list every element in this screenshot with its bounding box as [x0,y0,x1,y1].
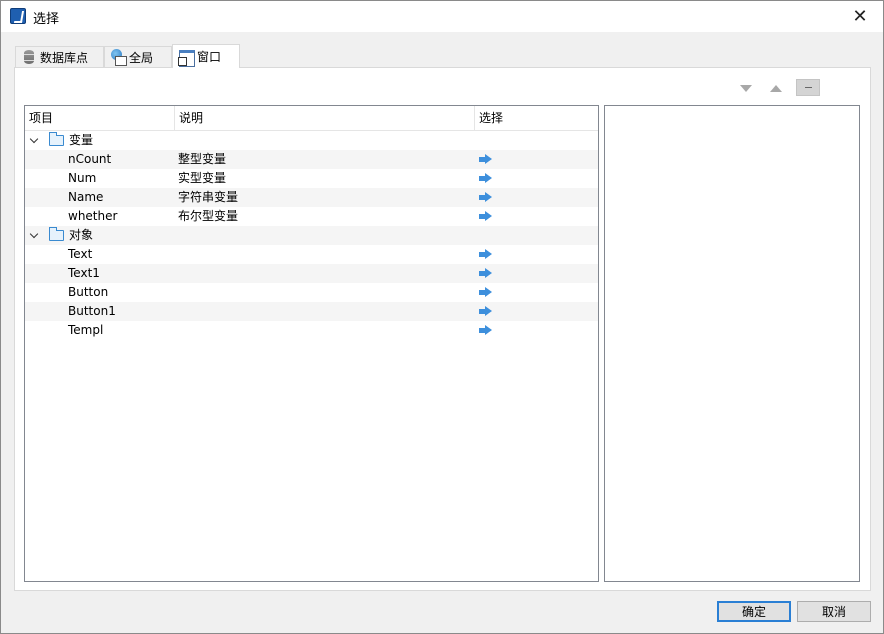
select-arrow-icon[interactable] [479,173,493,184]
globe-icon [110,49,127,66]
tab-label: 全局 [129,50,154,65]
tree-row[interactable]: Name 字符串变量 [25,188,598,207]
window-icon [178,49,195,67]
tree-group-variables[interactable]: 变量 [25,131,598,150]
select-arrow-icon[interactable] [479,325,493,336]
select-arrow-icon[interactable] [479,287,493,298]
select-arrow-icon[interactable] [479,268,493,279]
select-arrow-icon[interactable] [479,192,493,203]
tab-global[interactable]: 全局 [104,46,172,67]
chevron-down-icon[interactable] [29,134,39,144]
item-name: Text1 [68,266,100,280]
tab-database-points[interactable]: 数据库点 [15,46,104,67]
item-tree[interactable]: 项目 说明 选择 变量 nCount 整型变量 Num 实型变量 Name 字符… [24,105,599,582]
item-name: whether [68,209,118,223]
move-down-button[interactable] [735,80,757,96]
tab-window[interactable]: 窗口 [172,44,240,68]
title-bar: 选择 ✕ [1,1,883,32]
tree-row[interactable]: nCount 整型变量 [25,150,598,169]
remove-button[interactable] [796,79,820,96]
tree-row[interactable]: Button [25,283,598,302]
tree-row[interactable]: Text [25,245,598,264]
select-arrow-icon[interactable] [479,154,493,165]
item-name: Button [68,285,109,299]
item-description: 布尔型变量 [178,209,239,223]
folder-icon [49,132,64,146]
column-header-item[interactable]: 项目 [25,106,175,131]
tab-panel: 项目 说明 选择 变量 nCount 整型变量 Num 实型变量 Name 字符… [14,67,871,591]
select-arrow-icon[interactable] [479,211,493,222]
tree-row[interactable]: Num 实型变量 [25,169,598,188]
group-label: 对象 [69,228,94,242]
ok-button[interactable]: 确定 [717,601,791,622]
selected-items-list[interactable] [604,105,860,582]
item-description: 字符串变量 [178,190,239,204]
item-name: Name [68,190,104,204]
item-name: nCount [68,152,112,166]
item-name: Num [68,171,97,185]
app-icon [10,8,26,24]
tree-row[interactable]: Text1 [25,264,598,283]
folder-icon [49,227,64,241]
column-header-description[interactable]: 说明 [175,106,475,131]
group-label: 变量 [69,133,94,147]
item-name: Button1 [68,304,116,318]
select-arrow-icon[interactable] [479,306,493,317]
column-header-select[interactable]: 选择 [475,106,598,131]
tree-header: 项目 说明 选择 [25,106,598,131]
tree-row[interactable]: Templ [25,321,598,340]
tree-row[interactable]: whether 布尔型变量 [25,207,598,226]
close-button[interactable]: ✕ [837,1,883,32]
select-arrow-icon[interactable] [479,249,493,260]
move-up-button[interactable] [765,80,787,96]
select-dialog: 选择 ✕ 数据库点 全局 窗口 项目 说明 选择 变量 nCount 整型变量 … [0,0,884,634]
cancel-button[interactable]: 取消 [797,601,871,622]
item-description: 整型变量 [178,152,227,166]
tree-row[interactable]: Button1 [25,302,598,321]
tab-label: 数据库点 [40,50,89,65]
chevron-down-icon[interactable] [29,229,39,239]
database-icon [21,49,37,65]
tree-group-objects[interactable]: 对象 [25,226,598,245]
item-name: Text [68,247,93,261]
item-description: 实型变量 [178,171,227,185]
window-title: 选择 [33,12,60,27]
tab-label: 窗口 [197,50,222,64]
item-name: Templ [68,323,104,337]
